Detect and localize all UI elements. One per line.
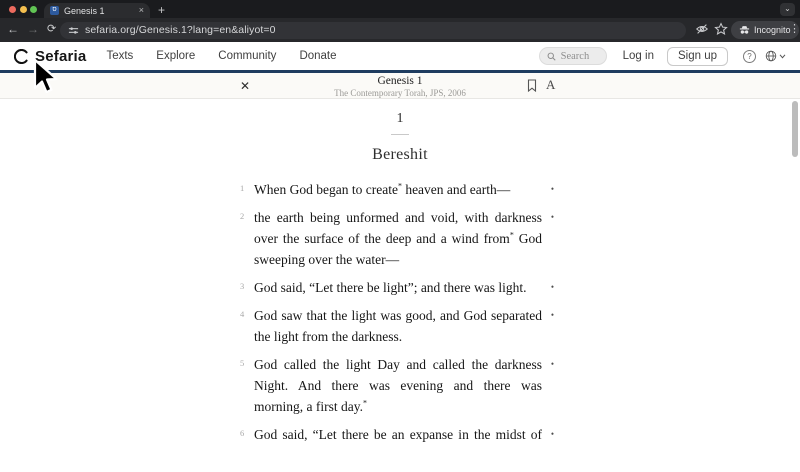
- browser-tab[interactable]: ס Genesis 1 ×: [44, 3, 150, 18]
- reader-header: ✕ Genesis 1 The Contemporary Torah, JPS,…: [0, 73, 800, 99]
- verse-text[interactable]: the earth being unformed and void, with …: [254, 207, 542, 270]
- window-zoom-button[interactable]: [30, 5, 37, 13]
- window-minimize-button[interactable]: [19, 5, 27, 13]
- sefaria-logo-icon: [14, 48, 28, 64]
- verse-list: 1 When God began to create* heaven and e…: [237, 179, 563, 444]
- new-tab-button[interactable]: +: [158, 4, 165, 16]
- help-button[interactable]: ?: [743, 49, 756, 63]
- brand-wordmark: Sefaria: [35, 47, 87, 65]
- language-selector[interactable]: [765, 50, 786, 62]
- verse-text[interactable]: God said, “Let there be light”; and ther…: [254, 277, 542, 298]
- segment-marker: •: [550, 212, 555, 222]
- tab-title: Genesis 1: [64, 5, 105, 16]
- incognito-icon: [739, 26, 750, 34]
- font-size-button[interactable]: A: [546, 77, 555, 93]
- verse-number[interactable]: 2: [237, 207, 254, 270]
- back-button[interactable]: ←: [7, 22, 19, 37]
- chapter-number: 1: [396, 111, 404, 126]
- verse-row[interactable]: 2 the earth being unformed and void, wit…: [237, 207, 563, 270]
- reader-version: The Contemporary Torah, JPS, 2006: [334, 88, 466, 98]
- globe-icon: [765, 50, 777, 62]
- verse-number[interactable]: 6: [237, 424, 254, 444]
- address-bar[interactable]: sefaria.org/Genesis.1?lang=en&aliyot=0: [60, 21, 686, 39]
- login-link[interactable]: Log in: [623, 50, 654, 62]
- reader-title-block[interactable]: Genesis 1 The Contemporary Torah, JPS, 2…: [0, 75, 800, 98]
- window-close-button[interactable]: [9, 5, 16, 13]
- url-text: sefaria.org/Genesis.1?lang=en&aliyot=0: [85, 24, 276, 36]
- text-column: 1 Bereshit 1 When God began to create* h…: [237, 99, 563, 444]
- eye-off-icon[interactable]: [695, 22, 709, 36]
- verse-number[interactable]: 3: [237, 277, 254, 298]
- segment-marker: •: [550, 429, 555, 439]
- signup-button[interactable]: Sign up: [666, 46, 728, 66]
- segment-marker: •: [550, 359, 555, 369]
- verse-text[interactable]: God said, “Let there be an expanse in th…: [254, 424, 542, 444]
- chevron-down-icon: [779, 54, 786, 59]
- verse-text[interactable]: When God began to create* heaven and ear…: [254, 179, 542, 200]
- sefaria-favicon-icon: ס: [50, 6, 59, 15]
- search-icon: [547, 52, 556, 61]
- reader-title[interactable]: Genesis 1: [0, 75, 800, 87]
- segment-marker: •: [550, 282, 555, 292]
- section-title: Bereshit: [372, 146, 428, 163]
- reload-button[interactable]: ⟳: [47, 22, 56, 37]
- verse-row[interactable]: 6 God said, “Let there be an expanse in …: [237, 424, 563, 444]
- forward-button[interactable]: →: [27, 22, 39, 37]
- search-placeholder: Search: [560, 50, 590, 62]
- browser-toolbar: ← → ⟳ sefaria.org/Genesis.1?lang=en&aliy…: [0, 18, 800, 42]
- search-input[interactable]: Search: [538, 47, 607, 65]
- verse-number[interactable]: 1: [237, 179, 254, 200]
- browser-window: ס Genesis 1 × + ⌄ ← → ⟳ sefaria.org/Gene…: [0, 0, 800, 472]
- verse-text[interactable]: God saw that the light was good, and God…: [254, 305, 542, 347]
- tab-search-chevron-icon[interactable]: ⌄: [780, 3, 795, 16]
- bookmark-star-icon[interactable]: [714, 22, 728, 36]
- nav-item-donate[interactable]: Donate: [299, 50, 336, 62]
- incognito-label: Incognito: [754, 25, 791, 35]
- verse-number[interactable]: 4: [237, 305, 254, 347]
- verse-row[interactable]: 1 When God began to create* heaven and e…: [237, 179, 563, 200]
- tab-strip: ס Genesis 1 × + ⌄: [0, 0, 800, 18]
- browser-menu-button[interactable]: ⋮: [789, 22, 800, 37]
- nav-item-texts[interactable]: Texts: [106, 50, 133, 62]
- verse-row[interactable]: 3 God said, “Let there be light”; and th…: [237, 277, 563, 298]
- main-nav: Texts Explore Community Donate: [106, 50, 336, 62]
- tab-close-icon[interactable]: ×: [139, 6, 144, 15]
- save-bookmark-icon[interactable]: [527, 79, 537, 92]
- verse-text[interactable]: God called the light Day and called the …: [254, 354, 542, 417]
- chapter-rule: [391, 134, 409, 135]
- sefaria-logo[interactable]: Sefaria: [14, 48, 86, 65]
- reader-content: 1 Bereshit 1 When God began to create* h…: [0, 99, 800, 444]
- scrollbar-thumb[interactable]: [792, 101, 798, 157]
- verse-number[interactable]: 5: [237, 354, 254, 417]
- nav-item-explore[interactable]: Explore: [156, 50, 195, 62]
- nav-item-community[interactable]: Community: [218, 50, 276, 62]
- segment-marker: •: [550, 184, 555, 194]
- site-info-icon[interactable]: [68, 25, 79, 36]
- verse-row[interactable]: 4 God saw that the light was good, and G…: [237, 305, 563, 347]
- verse-row[interactable]: 5 God called the light Day and called th…: [237, 354, 563, 417]
- site-header: Sefaria Texts Explore Community Donate S…: [0, 42, 800, 70]
- segment-marker: •: [550, 310, 555, 320]
